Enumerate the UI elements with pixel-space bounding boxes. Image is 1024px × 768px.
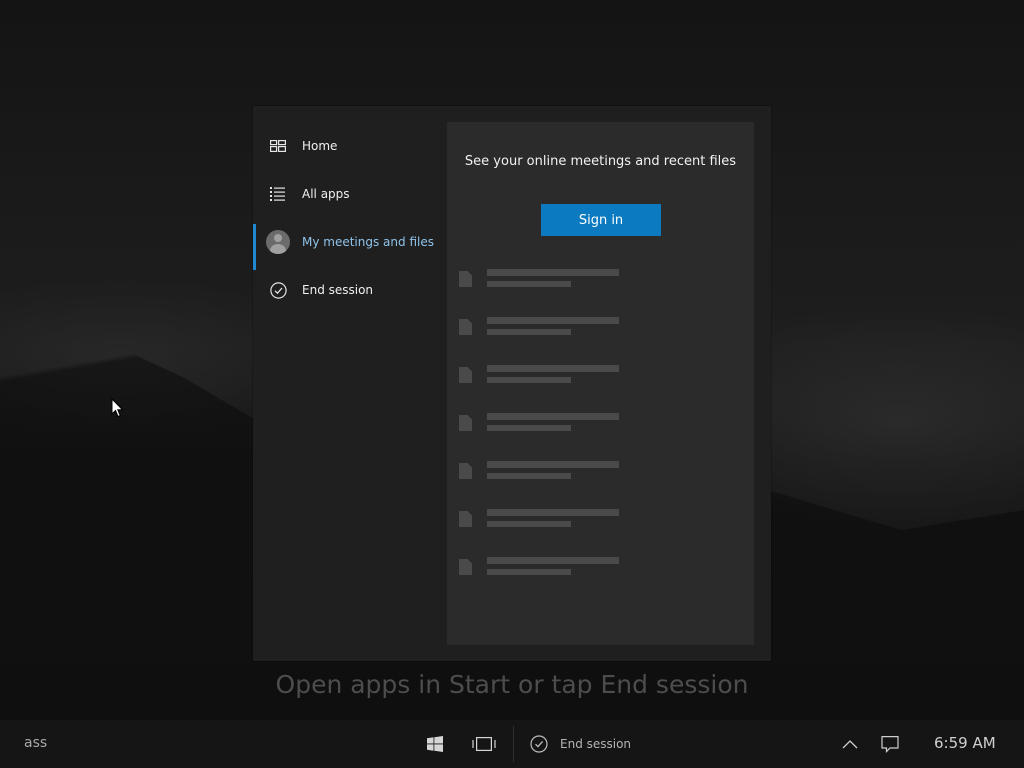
pane-headline: See your online meetings and recent file… <box>464 154 737 169</box>
chevron-up-icon[interactable] <box>838 732 862 756</box>
taskbar-divider <box>513 726 514 762</box>
nav-item-end-session[interactable]: End session <box>253 266 447 314</box>
check-circle-icon <box>530 735 548 753</box>
action-center-icon[interactable] <box>878 732 902 756</box>
mouse-cursor-icon <box>111 398 124 418</box>
taskbar-clock[interactable]: 6:59 AM <box>934 734 996 752</box>
sign-in-button[interactable]: Sign in <box>541 204 661 236</box>
document-icon <box>459 511 472 527</box>
nav-item-label: End session <box>302 283 374 297</box>
file-placeholder-row <box>459 509 629 533</box>
nav-item-label: All apps <box>302 187 350 201</box>
document-icon <box>459 367 472 383</box>
meetings-files-pane: See your online meetings and recent file… <box>447 122 754 645</box>
list-icon <box>269 185 287 203</box>
check-circle-icon <box>269 281 287 299</box>
document-icon <box>459 415 472 431</box>
file-placeholder-row <box>459 557 629 581</box>
taskbar-search-text[interactable]: ass <box>24 735 47 751</box>
nav-item-meetings-files[interactable]: My meetings and files <box>253 218 447 270</box>
nav-item-home[interactable]: Home <box>253 122 447 170</box>
windows-start-icon[interactable] <box>423 732 447 756</box>
home-grid-icon <box>269 137 287 155</box>
end-session-label: End session <box>560 737 632 751</box>
file-placeholder-row <box>459 413 629 437</box>
document-icon <box>459 559 472 575</box>
session-hint: Open apps in Start or tap End session <box>275 670 749 699</box>
document-icon <box>459 271 472 287</box>
file-placeholder-row <box>459 365 629 389</box>
avatar-icon <box>266 230 290 254</box>
document-icon <box>459 463 472 479</box>
nav-item-label: My meetings and files <box>302 235 434 249</box>
file-placeholder-row <box>459 461 629 485</box>
document-icon <box>459 319 472 335</box>
taskbar-end-session-button[interactable]: End session <box>530 732 631 756</box>
file-placeholder-row <box>459 269 629 293</box>
file-placeholder-row <box>459 317 629 341</box>
start-nav: Home All apps My meetings and files End … <box>253 106 447 661</box>
nav-item-all-apps[interactable]: All apps <box>253 170 447 218</box>
nav-item-label: Home <box>302 139 338 153</box>
start-panel: Home All apps My meetings and files End … <box>253 106 771 661</box>
task-view-icon[interactable] <box>472 732 496 756</box>
taskbar: ass End session 6:59 AM <box>0 720 1024 768</box>
